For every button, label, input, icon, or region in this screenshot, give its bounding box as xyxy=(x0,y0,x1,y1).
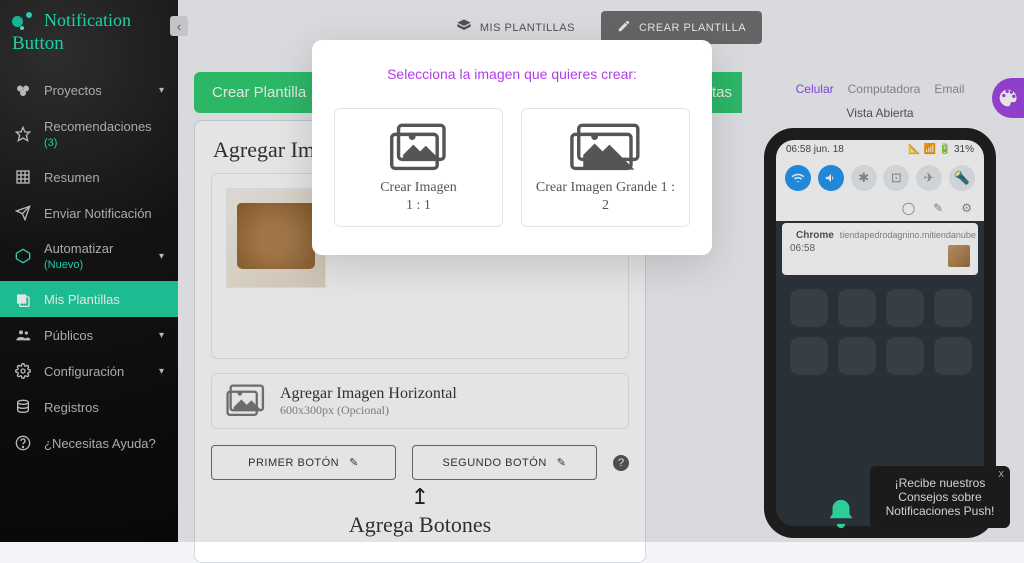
modal-overlay[interactable]: Selecciona la imagen que quieres crear: … xyxy=(0,0,1024,542)
image-picker-modal: Selecciona la imagen que quieres crear: … xyxy=(312,40,712,255)
card-caption: Crear Imagen xyxy=(343,179,494,197)
modal-title: Selecciona la imagen que quieres crear: xyxy=(334,66,690,82)
card-caption: Crear Imagen Grande 1 : xyxy=(530,179,681,197)
create-image-1-1[interactable]: Crear Imagen 1 : 1 xyxy=(334,108,503,227)
image-icon xyxy=(343,123,494,173)
create-image-1-2[interactable]: Crear Imagen Grande 1 : 2 xyxy=(521,108,690,227)
card-caption: 1 : 1 xyxy=(343,197,494,215)
card-caption: 2 xyxy=(530,197,681,215)
image-icon xyxy=(530,123,681,173)
